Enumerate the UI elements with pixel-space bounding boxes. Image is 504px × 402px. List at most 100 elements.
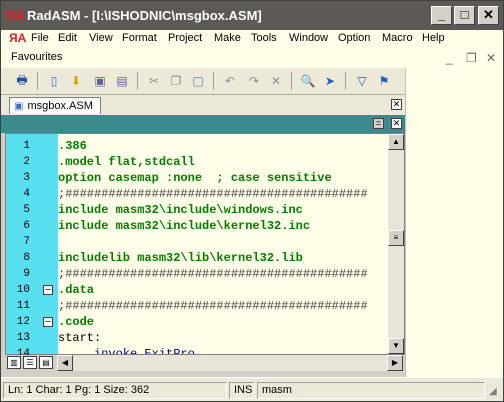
code-line[interactable]: .model flat,stdcall (58, 154, 195, 170)
line-number: 11 (16, 300, 30, 312)
save-all-icon[interactable]: ▤ (113, 72, 131, 90)
minimize-button[interactable]: _ (431, 6, 452, 25)
menu-bar: ЯA File Edit View Format Project Make To… (1, 30, 503, 48)
paste-icon[interactable]: ▢ (189, 72, 207, 90)
fold-toggle-icon[interactable]: – (43, 285, 53, 295)
toolbar-separator (213, 72, 214, 90)
scroll-down-icon[interactable]: ▼ (388, 338, 404, 354)
line-number: 7 (23, 236, 30, 248)
code-line[interactable]: includelib masm32\lib\kernel32.lib (58, 250, 303, 266)
menu-macro[interactable]: Macro (382, 32, 413, 44)
maximize-button[interactable]: □ (454, 6, 475, 25)
status-language: masm (257, 382, 485, 399)
tab-close-icon[interactable]: ✕ (391, 99, 402, 110)
document-icon: ▣ (14, 100, 24, 112)
line-number: 6 (23, 220, 30, 232)
favourites-bar: Favourites _ ❐ ✕ (1, 48, 503, 68)
line-number: 13 (16, 332, 30, 344)
radasm-logo-icon: ЯA (5, 7, 26, 23)
redo-icon[interactable]: ↷ (245, 72, 263, 90)
mdi-restore-icon[interactable]: ❐ (466, 51, 477, 65)
title-bar[interactable]: ЯA RadASM - [I:\ISHODNIC\msgbox.ASM] _ □… (1, 1, 503, 30)
menu-window[interactable]: Window (289, 32, 328, 44)
vertical-scrollbar[interactable]: ▲ ≡ ▼ (388, 134, 404, 354)
code-line[interactable]: ;#######################################… (58, 298, 368, 314)
code-line[interactable]: .data (58, 282, 94, 298)
cut-icon[interactable]: ✂ (145, 72, 163, 90)
toolbar-separator (291, 72, 292, 90)
code-line[interactable]: .code (58, 314, 94, 330)
status-insert-mode: INS (229, 382, 255, 399)
expand-icon[interactable]: ▤ (39, 356, 53, 369)
scroll-thumb[interactable]: ≡ (388, 230, 404, 246)
code-editor[interactable]: 1 2 3 4 5 6 7 8 9 10 11 12 13 14 – – .38… (5, 133, 405, 360)
editor-caption-bar: = ✕ (1, 115, 405, 133)
save-icon[interactable]: ▣ (91, 72, 109, 90)
code-line[interactable]: include masm32\include\kernel32.inc (58, 218, 310, 234)
line-number: 8 (23, 252, 30, 264)
menu-make[interactable]: Make (214, 32, 241, 44)
line-number: 3 (23, 172, 30, 184)
code-line[interactable]: option casemap :none ; case sensitive (58, 170, 332, 186)
close-button[interactable]: ✕ (478, 6, 499, 25)
code-line[interactable]: ;#######################################… (58, 186, 368, 202)
split-view-icon[interactable]: ▥ (7, 356, 21, 369)
project-pane (405, 68, 503, 377)
menu-edit[interactable]: Edit (58, 32, 77, 44)
bookmark-icon[interactable]: ⚑ (375, 72, 393, 90)
scroll-left-icon[interactable]: ◀ (57, 355, 73, 371)
line-number: 1 (23, 140, 30, 152)
window-title: RadASM - [I:\ISHODNIC\msgbox.ASM] (27, 8, 262, 23)
menu-option[interactable]: Option (338, 32, 370, 44)
mdi-close-icon[interactable]: ✕ (486, 51, 496, 65)
code-line[interactable]: .386 (58, 138, 87, 154)
line-number: 12 (16, 316, 30, 328)
find-next-icon[interactable]: ➤ (321, 72, 339, 90)
toolbar: 🖶 ▯ ⬇ ▣ ▤ ✂ ❐ ▢ ↶ ↷ ✕ 🔍 ➤ ▽ ⚑ (1, 68, 405, 95)
menu-view[interactable]: View (89, 32, 113, 44)
menu-format[interactable]: Format (122, 32, 157, 44)
copy-icon[interactable]: ❐ (167, 72, 185, 90)
tab-msgbox[interactable]: ▣ msgbox.ASM (9, 97, 101, 114)
toolbar-separator (345, 72, 346, 90)
filter-icon[interactable]: ▽ (353, 72, 371, 90)
linenumber-toggle-icon[interactable]: ☰ (23, 356, 37, 369)
fold-toggle-icon[interactable]: – (43, 317, 53, 327)
editor-restore-icon[interactable]: = (373, 118, 384, 129)
delete-icon[interactable]: ✕ (267, 72, 285, 90)
line-number: 10 (16, 284, 30, 296)
tab-label: msgbox.ASM (27, 100, 93, 112)
favourites-label[interactable]: Favourites (11, 51, 62, 63)
document-menu-icon[interactable]: ЯA (9, 31, 26, 45)
code-area[interactable]: .386 .model flat,stdcall option casemap … (58, 134, 388, 354)
undo-icon[interactable]: ↶ (221, 72, 239, 90)
menu-help[interactable]: Help (422, 32, 445, 44)
editor-bottom-bar: ▥ ☰ ▤ ◀ ▶ (5, 355, 405, 371)
code-line[interactable]: include masm32\include\windows.inc (58, 202, 303, 218)
code-line[interactable]: start: (58, 330, 101, 346)
menu-tools[interactable]: Tools (251, 32, 277, 44)
code-line[interactable]: ;#######################################… (58, 266, 368, 282)
horizontal-scrollbar[interactable]: ◀ ▶ (57, 355, 403, 371)
tab-strip: ▣ msgbox.ASM ✕ (1, 95, 405, 115)
mdi-minimize-icon[interactable]: _ (446, 51, 453, 65)
line-number: 4 (23, 188, 30, 200)
find-icon[interactable]: 🔍 (299, 72, 317, 90)
line-number: 2 (23, 156, 30, 168)
menu-project[interactable]: Project (168, 32, 202, 44)
toolbar-separator (137, 72, 138, 90)
line-number: 9 (23, 268, 30, 280)
code-line[interactable]: invoke ExitPro (58, 346, 195, 354)
line-number-gutter: 1 2 3 4 5 6 7 8 9 10 11 12 13 14 – – (6, 134, 58, 360)
open-file-icon[interactable]: ⬇ (67, 72, 85, 90)
status-position: Ln: 1 Char: 1 Pg: 1 Size: 362 (3, 382, 227, 399)
editor-close-icon[interactable]: ✕ (391, 118, 402, 129)
radasm-window: ЯA RadASM - [I:\ISHODNIC\msgbox.ASM] _ □… (0, 0, 504, 402)
scroll-up-icon[interactable]: ▲ (388, 134, 404, 150)
new-file-icon[interactable]: ▯ (45, 72, 63, 90)
print-icon[interactable]: 🖶 (13, 72, 31, 90)
resize-grip-icon[interactable]: ◢ (489, 386, 497, 397)
menu-file[interactable]: File (31, 32, 49, 44)
scroll-right-icon[interactable]: ▶ (387, 355, 403, 371)
toolbar-separator (37, 72, 38, 90)
